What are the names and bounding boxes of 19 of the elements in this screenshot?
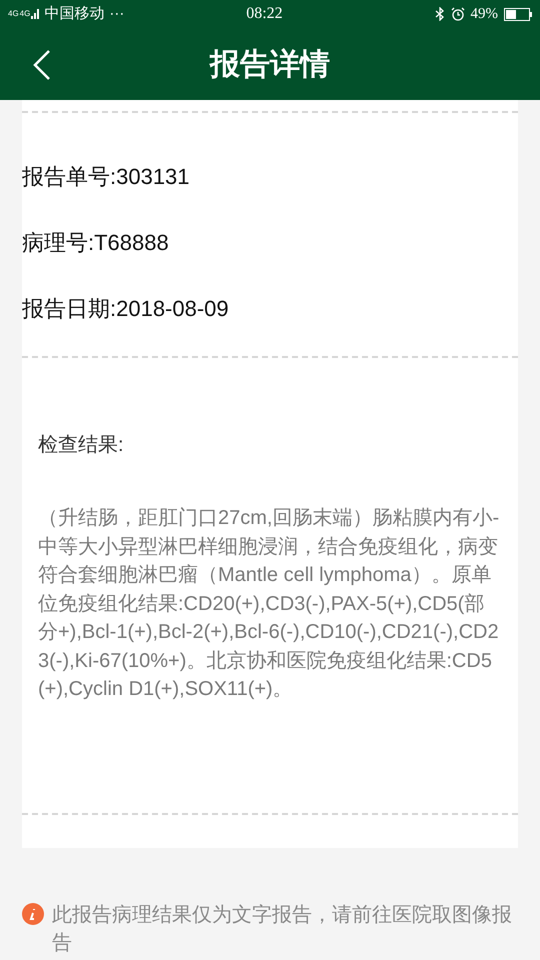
info-line: 报告日期:2018-08-09: [22, 296, 230, 322]
info-line: 报告单号:303131: [22, 164, 191, 190]
result-text: （升结肠，距肛门口27cm,回肠末端）肠粘膜内有小-中等大小异型淋巴样细胞浸润，结合免疫组化，病变符合套细胞淋巴瘤（Mantle cell lymphoma）。原单位免疫组化结果:CD20(+),CD3(-),PAX-5(+),CD5(部分+),Bcl-1(+),Bcl-2(+),Bcl-6(-),CD10(-),CD21(-),CD23(-),Ki-67(10%+)。北京协和医院免疫组化结果:CD5(+),Cyclin D1(+),SOX11(+)。: [38, 506, 500, 702]
bluetooth-icon: [434, 7, 444, 21]
info-line: 病理号:T68888: [22, 230, 170, 256]
back-icon: [33, 49, 51, 81]
clock-time: 08:22: [246, 4, 283, 24]
network-label: 4G: [20, 10, 30, 18]
signal-icon: [31, 9, 40, 19]
result-heading: 检查结果:: [38, 433, 125, 458]
info-icon: [22, 903, 44, 925]
network-label: 4G: [8, 10, 19, 18]
battery-icon: [504, 8, 532, 20]
battery-percent: 49%: [470, 4, 498, 24]
more-dots: ···: [109, 4, 124, 24]
page-title: 报告详情: [210, 46, 330, 82]
alarm-icon: [450, 7, 464, 21]
notice-text: 此报告病理结果仅为文字报告，请前往医院取图像报告: [52, 903, 512, 956]
carrier-name: 中国移动: [44, 4, 104, 24]
